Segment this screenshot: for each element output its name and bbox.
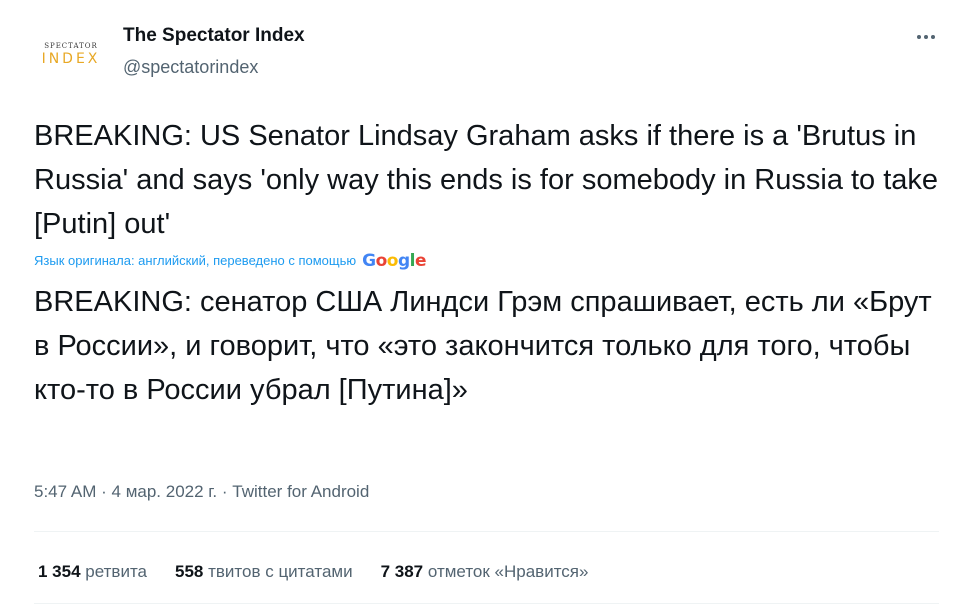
avatar[interactable]: SPECTATOR INDEX: [34, 36, 108, 72]
quotes-count: 558: [175, 562, 204, 581]
translation-note[interactable]: Язык оригинала: английский, переведено с…: [34, 251, 427, 271]
meta-separator: ·: [221, 482, 228, 501]
likes-count: 7 387: [380, 562, 424, 581]
tweet-date[interactable]: 4 мар. 2022 г.: [112, 482, 218, 501]
tweet-card: SPECTATOR INDEX The Spectator Index @spe…: [0, 0, 971, 614]
tweet-metadata: 5:47 AM · 4 мар. 2022 г. · Twitter for A…: [34, 482, 369, 502]
retweets-stat[interactable]: 1 354 ретвита: [38, 562, 147, 582]
more-dot: [924, 35, 928, 39]
quotes-label: твитов с цитатами: [208, 562, 353, 581]
more-dot: [917, 35, 921, 39]
translated-tweet-text: BREAKING: сенатор США Линдси Грэм спраши…: [34, 286, 932, 406]
avatar-logo-top: SPECTATOR: [44, 41, 98, 50]
tweet-stats: 1 354 ретвита 558 твитов с цитатами 7 38…: [38, 562, 588, 582]
tweet-text: BREAKING: US Senator Lindsay Graham asks…: [34, 120, 939, 240]
likes-label: отметок «Нравится»: [427, 562, 589, 581]
tweet-source[interactable]: Twitter for Android: [232, 482, 369, 501]
more-dot: [931, 35, 935, 39]
google-logo: Google: [362, 251, 426, 271]
divider: [34, 531, 939, 532]
translation-note-label: Язык оригинала: английский, переведено с…: [34, 253, 357, 268]
retweets-count: 1 354: [38, 562, 81, 581]
more-horizontal-icon[interactable]: [911, 22, 941, 52]
divider: [34, 603, 939, 604]
meta-separator: ·: [101, 482, 107, 501]
retweets-label: ретвита: [85, 562, 147, 581]
display-name[interactable]: The Spectator Index: [123, 25, 305, 47]
likes-stat[interactable]: 7 387 отметок «Нравится»: [381, 562, 589, 582]
quotes-stat[interactable]: 558 твитов с цитатами: [175, 562, 353, 582]
avatar-logo-bottom: INDEX: [41, 50, 101, 67]
user-handle[interactable]: @spectatorindex: [123, 57, 258, 78]
tweet-time[interactable]: 5:47 AM: [34, 482, 96, 501]
